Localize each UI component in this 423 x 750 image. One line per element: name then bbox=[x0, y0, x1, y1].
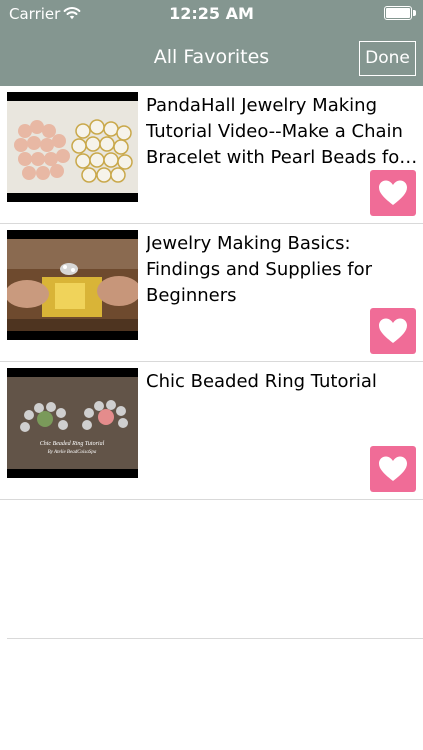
list-item[interactable]: PandaHall Jewelry Making Tutorial Video-… bbox=[0, 86, 423, 224]
battery-icon bbox=[384, 6, 416, 20]
thumbnail-caption: Chic Beaded Ring Tutorial bbox=[40, 441, 105, 447]
list-item[interactable]: Chic Beaded Ring Tutorial By Atelie Bead… bbox=[0, 362, 423, 500]
favorites-list: PandaHall Jewelry Making Tutorial Video-… bbox=[0, 86, 423, 500]
status-bar: Carrier 12:25 AM bbox=[0, 0, 423, 30]
video-thumbnail bbox=[7, 92, 138, 202]
video-title: PandaHall Jewelry Making Tutorial Video-… bbox=[146, 95, 407, 168]
thumbnail-caption-credit: By Atelie BeadCoisaSpa bbox=[48, 450, 97, 455]
video-thumbnail bbox=[7, 230, 138, 340]
nav-bar: Carrier 12:25 AM All Favorites Done bbox=[0, 0, 423, 86]
heart-icon bbox=[379, 180, 407, 205]
list-divider bbox=[7, 638, 423, 639]
favorite-button[interactable] bbox=[370, 170, 416, 216]
favorite-button[interactable] bbox=[370, 446, 416, 492]
video-title: Chic Beaded Ring Tutorial bbox=[146, 371, 377, 392]
beaded-ring-image: Chic Beaded Ring Tutorial By Atelie Bead… bbox=[7, 377, 138, 469]
heart-icon bbox=[379, 318, 407, 343]
jewelry-findings-image bbox=[7, 239, 138, 331]
video-title: Jewelry Making Basics: Findings and Supp… bbox=[146, 233, 373, 306]
clock: 12:25 AM bbox=[169, 4, 254, 23]
done-button[interactable]: Done bbox=[359, 41, 416, 76]
favorite-button[interactable] bbox=[370, 308, 416, 354]
heart-icon bbox=[379, 456, 407, 481]
pearl-bracelet-image bbox=[7, 101, 138, 193]
list-item[interactable]: Jewelry Making Basics: Findings and Supp… bbox=[0, 224, 423, 362]
video-thumbnail: Chic Beaded Ring Tutorial By Atelie Bead… bbox=[7, 368, 138, 478]
